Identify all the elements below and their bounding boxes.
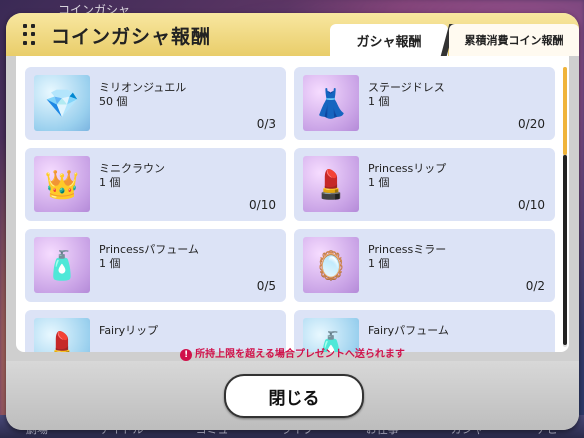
coin-gacha-reward-dialog: コインガシャ報酬 ガシャ報酬 累積消費コイン報酬 💎 ミリオンジュエル 50 個…: [6, 13, 579, 430]
tab-gacha-reward[interactable]: ガシャ報酬: [330, 24, 448, 56]
reward-name: Fairyリップ: [99, 324, 159, 337]
grip-icon: [23, 24, 35, 46]
reward-count: 0/20: [518, 117, 545, 131]
scrollbar-thumb[interactable]: [563, 67, 567, 155]
reward-qty: 50 個: [99, 95, 128, 108]
reward-count: 0/3: [256, 117, 276, 131]
reward-count: 0/10: [518, 198, 545, 212]
dialog-header: コインガシャ報酬 ガシャ報酬 累積消費コイン報酬: [6, 13, 579, 56]
dress-icon: 👗: [303, 75, 359, 131]
reward-grid: 💎 ミリオンジュエル 50 個 0/3 👗 ステージドレス 1 個 0/20 👑…: [25, 67, 555, 352]
reward-card: 💄 Princessリップ 1 個 0/10: [294, 148, 555, 221]
reward-card: 👑 ミニクラウン 1 個 0/10: [25, 148, 286, 221]
reward-qty: 1 個: [99, 176, 121, 189]
lipstick-icon: 💄: [303, 156, 359, 212]
warning-note: ! 所持上限を超える場合プレゼントへ送られます: [6, 345, 579, 361]
tab-cumulative-reward[interactable]: 累積消費コイン報酬: [449, 24, 579, 56]
dialog-title: コインガシャ報酬: [51, 26, 212, 48]
reward-count: 0/2: [525, 279, 545, 293]
scrollbar-rail: [563, 155, 567, 345]
reward-qty: 1 個: [368, 257, 390, 270]
reward-qty: 1 個: [99, 257, 121, 270]
reward-list-panel[interactable]: 💎 ミリオンジュエル 50 個 0/3 👗 ステージドレス 1 個 0/20 👑…: [16, 56, 569, 352]
reward-qty: 1 個: [368, 95, 390, 108]
warning-icon: !: [180, 349, 193, 361]
crown-icon: 👑: [34, 156, 90, 212]
reward-card: 👗 ステージドレス 1 個 0/20: [294, 67, 555, 140]
mirror-icon: 🪞: [303, 237, 359, 293]
jewel-icon: 💎: [34, 75, 90, 131]
close-button[interactable]: 閉じる: [224, 374, 364, 418]
reward-count: 0/5: [256, 279, 276, 293]
reward-card: 🧴 Princessパフューム 1 個 0/5: [25, 229, 286, 302]
warning-text: 所持上限を超える場合プレゼントへ送られます: [195, 349, 405, 360]
perfume-icon: 🧴: [34, 237, 90, 293]
reward-count: 0/10: [249, 198, 276, 212]
reward-name: Fairyパフューム: [368, 324, 449, 337]
reward-qty: 1 個: [368, 176, 390, 189]
reward-card: 💎 ミリオンジュエル 50 個 0/3: [25, 67, 286, 140]
reward-card: 🪞 Princessミラー 1 個 0/2: [294, 229, 555, 302]
